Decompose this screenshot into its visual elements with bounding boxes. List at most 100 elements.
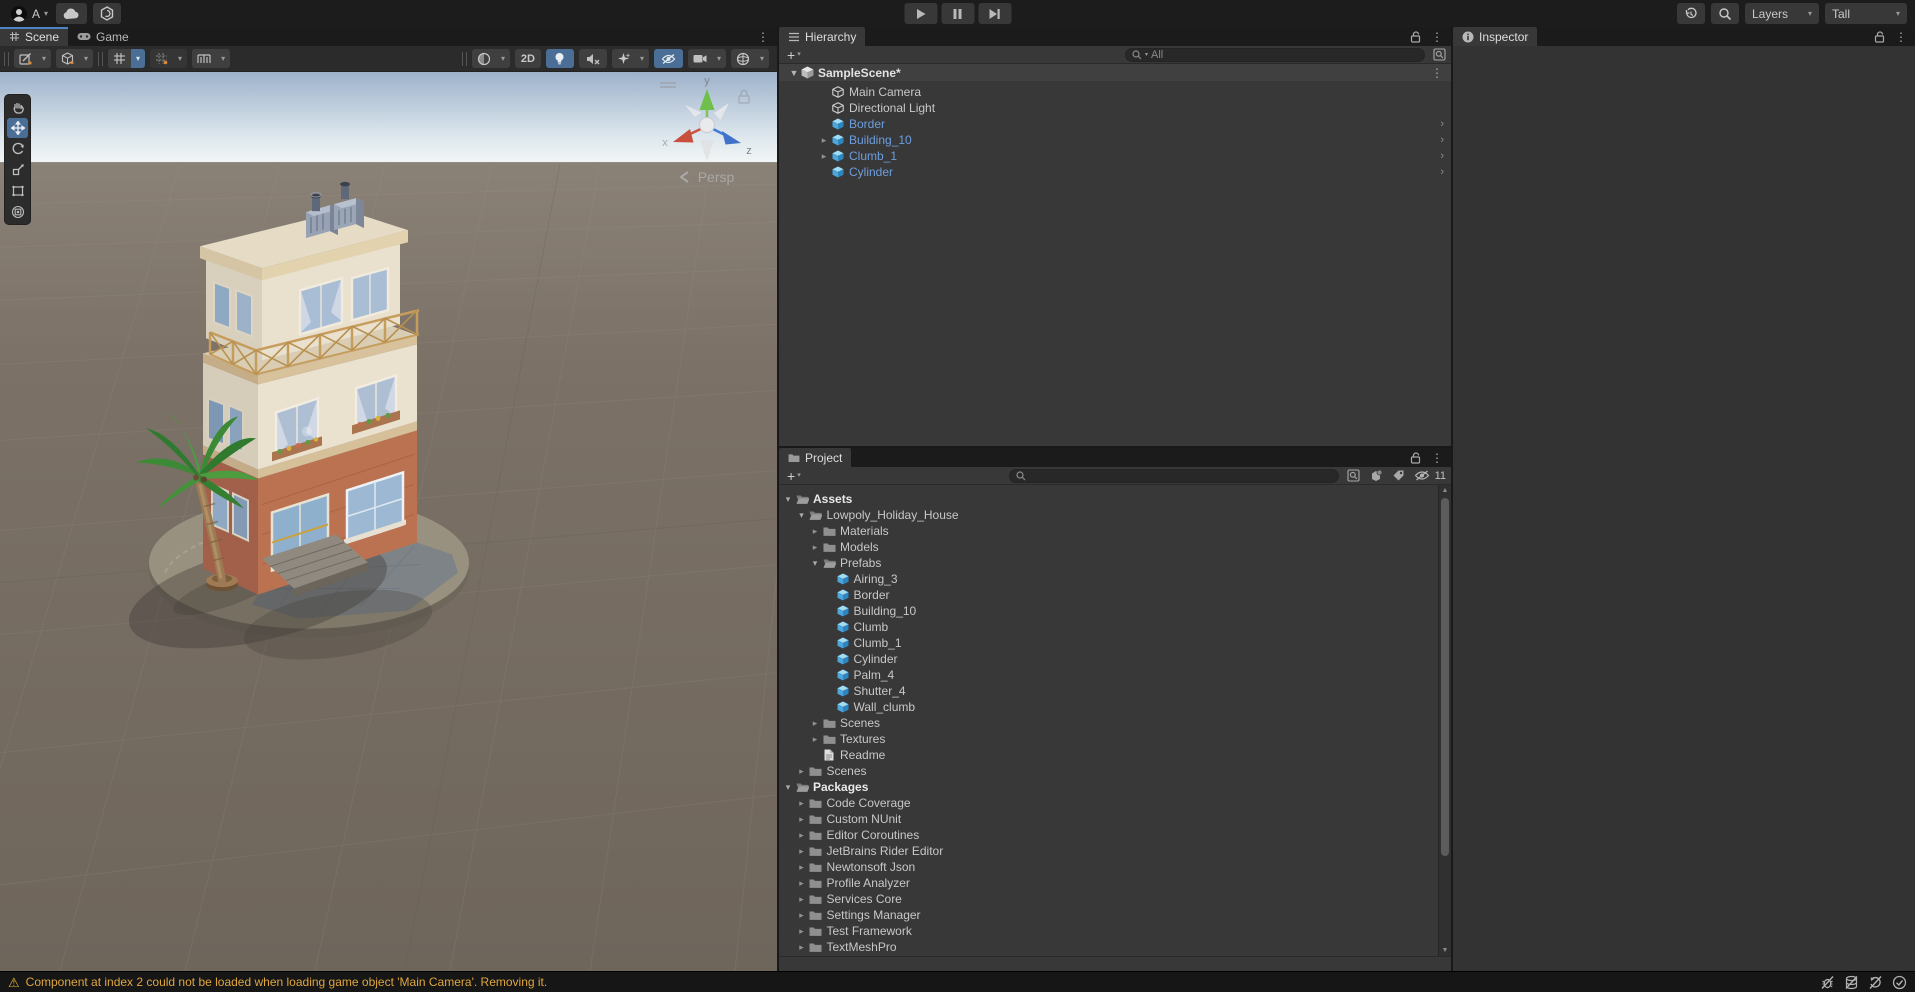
project-item-packages[interactable]: ▾ Packages <box>779 779 1451 795</box>
open-prefab-chevron-icon[interactable]: › <box>1440 150 1444 162</box>
project-item-test-framework[interactable]: ▸ Test Framework <box>779 923 1451 939</box>
project-item-settings-manager[interactable]: ▸ Settings Manager <box>779 907 1451 923</box>
layout-dropdown[interactable]: Tall ▾ <box>1825 3 1907 24</box>
project-item-lowpoly-holiday-house[interactable]: ▾ Lowpoly_Holiday_House <box>779 507 1451 523</box>
tab-hierarchy[interactable]: Hierarchy <box>779 27 866 46</box>
step-button[interactable] <box>978 3 1011 24</box>
hierarchy-item-main-camera[interactable]: Main Camera <box>817 84 1451 100</box>
expand-arrow-icon[interactable]: ▸ <box>808 718 822 728</box>
cloud-services-button[interactable] <box>56 3 88 24</box>
label-tag-icon[interactable] <box>1392 469 1405 482</box>
scroll-down-arrow-icon[interactable]: ▼ <box>1439 945 1451 956</box>
scroll-up-arrow-icon[interactable]: ▲ <box>1439 485 1451 496</box>
camera-settings-dropdown[interactable]: ▾ <box>687 49 726 68</box>
expand-arrow-icon[interactable]: ▸ <box>817 135 831 145</box>
project-item-textures[interactable]: ▸ Textures <box>779 731 1451 747</box>
expand-arrow-icon[interactable]: ▸ <box>795 926 809 936</box>
expand-arrow-icon[interactable]: ▸ <box>795 910 809 920</box>
play-button[interactable] <box>904 3 937 24</box>
rect-tool[interactable] <box>7 181 28 201</box>
cache-disabled-icon[interactable] <box>1844 975 1859 990</box>
grid-visibility-dropdown[interactable]: ▾ <box>150 49 188 68</box>
2d-mode-toggle[interactable]: 2D <box>514 49 541 68</box>
effects-visibility-dropdown[interactable]: ▾ <box>611 49 649 68</box>
expand-arrow-icon[interactable]: ▸ <box>808 542 822 552</box>
scene-visibility-toggle[interactable] <box>653 49 683 68</box>
tab-scene[interactable]: Scene <box>0 27 69 46</box>
toolbar-grip[interactable] <box>461 51 467 66</box>
project-item-jetbrains-rider-editor[interactable]: ▸ JetBrains Rider Editor <box>779 843 1451 859</box>
hierarchy-scene-row[interactable]: ▼ SampleScene* ⋮ <box>779 64 1451 81</box>
expand-arrow-icon[interactable]: ▸ <box>795 830 809 840</box>
expand-arrow-icon[interactable]: ▸ <box>817 151 831 161</box>
project-item-clumb-1[interactable]: Clumb_1 <box>779 635 1451 651</box>
rotate-tool[interactable] <box>7 139 28 159</box>
scene-viewport[interactable]: y x z Persp <box>0 72 777 971</box>
expand-arrow-icon[interactable]: ▾ <box>781 494 795 504</box>
expand-arrow-icon[interactable]: ▸ <box>795 894 809 904</box>
toolbar-grip[interactable] <box>98 51 104 66</box>
project-item-profile-analyzer[interactable]: ▸ Profile Analyzer <box>779 875 1451 891</box>
project-menu-icon[interactable]: ⋮ <box>1431 451 1443 465</box>
plastic-scm-button[interactable] <box>93 3 122 24</box>
project-create-button[interactable]: + ▾ <box>784 469 804 483</box>
search-in-window-icon[interactable] <box>1433 48 1446 61</box>
hierarchy-menu-icon[interactable]: ⋮ <box>1431 30 1443 44</box>
auto-refresh-disabled-icon[interactable] <box>1868 975 1883 990</box>
expand-arrow-icon[interactable]: ▸ <box>808 526 822 536</box>
expand-arrow-icon[interactable]: ▸ <box>808 734 822 744</box>
expand-arrow-icon[interactable]: ▾ <box>808 558 822 568</box>
hidden-items-toggle[interactable]: 11 <box>1414 470 1446 482</box>
project-item-building-10[interactable]: Building_10 <box>779 603 1451 619</box>
project-item-scenes[interactable]: ▸ Scenes <box>779 763 1451 779</box>
pause-button[interactable] <box>941 3 974 24</box>
tab-game[interactable]: Game <box>68 27 138 46</box>
project-item-cylinder[interactable]: Cylinder <box>779 651 1451 667</box>
scene-expand-arrow[interactable]: ▼ <box>787 68 801 78</box>
project-item-border[interactable]: Border <box>779 587 1451 603</box>
unlock-icon[interactable] <box>1410 30 1421 43</box>
project-item-assets[interactable]: ▾ Assets <box>779 491 1451 507</box>
audio-toggle[interactable] <box>578 49 607 68</box>
open-prefab-chevron-icon[interactable]: › <box>1440 118 1444 130</box>
inspector-menu-icon[interactable]: ⋮ <box>1895 30 1907 44</box>
projection-toggle[interactable]: Persp <box>679 169 734 185</box>
project-item-readme[interactable]: Readme <box>779 747 1451 763</box>
search-in-window-icon[interactable] <box>1347 469 1360 482</box>
project-item-services-core[interactable]: ▸ Services Core <box>779 891 1451 907</box>
expand-arrow-icon[interactable]: ▾ <box>781 782 795 792</box>
handle-orientation-dropdown[interactable]: ▾ <box>56 49 94 68</box>
project-item-scenes[interactable]: ▸ Scenes <box>779 715 1451 731</box>
project-item-palm-4[interactable]: Palm_4 <box>779 667 1451 683</box>
move-tool[interactable] <box>7 118 28 138</box>
project-item-clumb[interactable]: Clumb <box>779 619 1451 635</box>
expand-arrow-icon[interactable]: ▸ <box>795 846 809 856</box>
expand-arrow-icon[interactable]: ▸ <box>795 862 809 872</box>
project-item-custom-nunit[interactable]: ▸ Custom NUnit <box>779 811 1451 827</box>
layers-dropdown[interactable]: Layers ▾ <box>1745 3 1819 24</box>
project-item-wall-clumb[interactable]: Wall_clumb <box>779 699 1451 715</box>
snap-increment-dropdown[interactable]: ▾ <box>192 49 231 68</box>
unlock-icon[interactable] <box>1410 451 1421 464</box>
project-scrollbar[interactable]: ▲ ▼ <box>1438 485 1451 956</box>
scale-tool[interactable] <box>7 160 28 180</box>
expand-arrow-icon[interactable]: ▸ <box>795 878 809 888</box>
toolbar-grip[interactable] <box>4 51 9 66</box>
project-item-models[interactable]: ▸ Models <box>779 539 1451 555</box>
project-item-materials[interactable]: ▸ Materials <box>779 523 1451 539</box>
undo-history-button[interactable] <box>1677 3 1705 24</box>
search-button[interactable] <box>1711 3 1739 24</box>
gizmos-dropdown[interactable]: ▾ <box>730 49 769 68</box>
unlock-icon[interactable] <box>1874 30 1885 43</box>
tab-project[interactable]: Project <box>779 448 852 467</box>
transform-tool[interactable] <box>7 202 28 222</box>
project-search-input[interactable] <box>1008 468 1339 483</box>
scene-lighting-toggle[interactable] <box>545 49 574 68</box>
open-prefab-chevron-icon[interactable]: › <box>1440 134 1444 146</box>
hierarchy-item-directional-light[interactable]: Directional Light <box>817 100 1451 116</box>
scene-panel-menu-icon[interactable]: ⋮ <box>757 30 769 44</box>
tool-settings-dropdown[interactable]: ▾ <box>14 49 52 68</box>
expand-arrow-icon[interactable]: ▸ <box>795 942 809 952</box>
expand-arrow-icon[interactable]: ▾ <box>795 510 809 520</box>
hierarchy-create-button[interactable]: + ▾ <box>784 48 804 62</box>
